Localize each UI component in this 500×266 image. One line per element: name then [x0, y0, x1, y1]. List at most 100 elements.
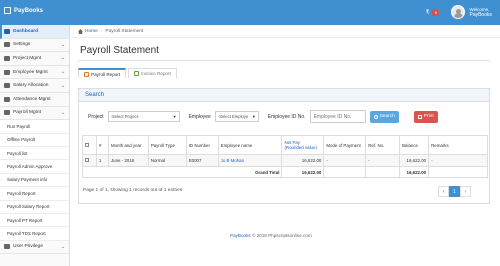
tab-label: Payroll Report — [91, 71, 121, 77]
prev-page-button[interactable]: ‹ — [438, 186, 449, 197]
sidebar-item-label: Salary Allocation — [13, 83, 49, 89]
brand-logo[interactable]: PayBooks — [4, 7, 43, 14]
checkbox[interactable] — [85, 142, 89, 147]
sidebar-item-payroll-mgmt[interactable]: Payroll Mgmt ⌄ — [0, 107, 69, 121]
money-icon — [4, 83, 10, 89]
sidebar-subitem-payroll-salary-report[interactable]: Payroll Salary Report — [0, 200, 69, 214]
cell-payroll-type: Normal — [147, 154, 187, 167]
caret-down-icon: ▼ — [172, 114, 177, 119]
cell-employee-name: Jo B Mohan — [217, 154, 283, 167]
grand-total-row: Grand Total 16,622.00 16,622.00 — [81, 166, 488, 178]
breadcrumb-home[interactable]: Home — [85, 29, 98, 34]
print-icon — [417, 114, 422, 119]
sidebar-subitem-payroll-pt-report[interactable]: Payroll PT Report — [0, 213, 69, 228]
sidebar-item-label: Settings — [13, 42, 31, 48]
tab-payroll-report[interactable]: Payroll Report — [78, 68, 127, 78]
cell-net-pay: 16,622.00 — [281, 154, 325, 167]
sidebar-item-dashboard[interactable]: Dashboard — [0, 25, 69, 39]
report-tabs: Payroll Report Invoice Report — [78, 68, 179, 78]
tab-invoice-report[interactable]: Invoice Report — [128, 68, 177, 78]
sidebar-subitem-offline-payroll[interactable]: Offline Payroll — [0, 133, 69, 147]
currency-icon[interactable]: ₹ — [426, 9, 430, 16]
user-lock-icon — [4, 244, 10, 250]
brand-name: PayBooks — [14, 7, 44, 14]
page-title: Payroll Statement — [80, 45, 159, 56]
chevron-down-icon: ⌄ — [60, 55, 65, 62]
col-header-employee-name[interactable]: Employee name — [217, 135, 283, 155]
sidebar-subitem-payroll-tds-report[interactable]: Payroll TDS Report — [0, 227, 69, 241]
pagination-info: Page 1 of 1, showing 1 records out of 1 … — [83, 188, 183, 193]
sidebar-item-label: Employee Mgmt — [13, 69, 48, 75]
invoice-icon — [134, 71, 140, 76]
sidebar-subitem-run-payroll[interactable]: Run Payroll — [0, 120, 69, 134]
top-bar: PayBooks ₹ 6 Welcome, PayBooks — [0, 0, 500, 25]
dashboard-icon — [4, 28, 10, 34]
col-header-remarks[interactable]: Remarks — [428, 135, 488, 155]
sidebar-item-employee-mgmt[interactable]: Employee Mgmt ⌄ — [0, 66, 69, 80]
cell-balance: 16,622.00 — [399, 154, 430, 167]
search-button[interactable]: Search — [369, 110, 399, 123]
col-header-num[interactable]: # — [95, 135, 109, 155]
col-header-payroll-type[interactable]: Payroll Type — [147, 135, 187, 155]
cell-id-number: E0007 — [185, 154, 219, 167]
print-button[interactable]: Print — [413, 110, 438, 123]
project-select[interactable]: -Select Project- ▼ — [107, 111, 180, 122]
col-header-id-number[interactable]: ID Number — [185, 135, 219, 155]
row-select[interactable] — [82, 154, 97, 167]
employee-id-label: Employee ID No. — [267, 113, 306, 120]
gear-icon — [4, 42, 10, 48]
report-icon — [84, 71, 89, 77]
project-label: Project — [88, 113, 104, 120]
select-all-header[interactable] — [82, 135, 97, 155]
cell-ref-no: - — [365, 154, 401, 167]
sidebar: Dashboard Settings ⌄ Project Mgmt ⌄ Employ… — [0, 25, 70, 266]
notification-badge[interactable]: 6 — [432, 8, 440, 16]
footer-copyright: © 2018 Phpscriptsonline.com — [250, 233, 312, 238]
col-header-net-pay[interactable]: Net Pay (Rounded value) — [281, 135, 325, 155]
col-header-ref-no[interactable]: Ref. No. — [365, 135, 401, 155]
payroll-icon — [4, 110, 10, 116]
col-header-balance[interactable]: Balance — [399, 135, 430, 155]
user-area: ₹ 6 Welcome, PayBooks — [426, 5, 492, 19]
employee-id-input[interactable] — [309, 110, 366, 123]
chevron-down-icon: ⌄ — [60, 82, 65, 89]
cell-num: 1 — [95, 154, 109, 167]
checkbox[interactable] — [85, 158, 89, 162]
sidebar-item-label: Dashboard — [13, 28, 39, 34]
footer-brand[interactable]: PayBooks — [230, 233, 251, 238]
user-menu[interactable]: Welcome, PayBooks — [469, 7, 492, 18]
sidebar-item-salary-allocation[interactable]: Salary Allocation ⌄ — [0, 79, 69, 93]
employee-select[interactable]: -Select Employe ▼ — [214, 111, 259, 122]
page-button-current[interactable]: 1 — [449, 186, 460, 197]
welcome-text: Welcome, — [469, 6, 490, 12]
sidebar-subitem-payroll-admin-approve[interactable]: Payroll Admin Approve — [0, 160, 69, 174]
grand-total-empty — [428, 166, 488, 178]
sidebar-item-settings[interactable]: Settings ⌄ — [0, 39, 69, 53]
cell-month: June - 2018 — [107, 154, 149, 167]
search-icon — [373, 114, 378, 119]
sidebar-subitem-payroll-report[interactable]: Payroll Report — [0, 187, 69, 201]
sidebar-item-attendance-mgmt[interactable]: Attendance Mgmt — [0, 93, 69, 107]
print-button-label: Print — [423, 114, 434, 119]
tab-label: Invoice Report — [141, 71, 171, 76]
employee-select-value: -Select Employe — [217, 114, 249, 119]
table-row[interactable]: 1 June - 2018 Normal E0007 Jo B Mohan 16… — [82, 154, 488, 167]
footer: PayBooks © 2018 Phpscriptsonline.com — [230, 233, 312, 238]
next-page-button[interactable]: › — [460, 186, 471, 197]
col-header-month[interactable]: Month and year — [107, 135, 149, 155]
employee-link[interactable]: Jo B Mohan — [221, 158, 244, 163]
col-header-mode-of-payment[interactable]: Mode of Payment — [323, 135, 367, 155]
users-icon — [4, 69, 10, 75]
sidebar-subitem-payroll-list[interactable]: Payroll list — [0, 146, 69, 161]
cell-mode-of-payment: - — [323, 154, 367, 167]
search-panel-heading: Search — [79, 89, 489, 102]
employee-label: Employee — [188, 113, 211, 120]
project-select-value: -Select Project- — [110, 114, 140, 119]
sidebar-item-user-privilege[interactable]: User Privilege ⌄ — [0, 241, 69, 255]
sidebar-item-project-mgmt[interactable]: Project Mgmt ⌄ — [0, 52, 69, 66]
title-divider — [78, 60, 490, 61]
sidebar-item-label: Attendance Mgmt — [13, 96, 51, 102]
avatar[interactable] — [451, 5, 466, 19]
sidebar-subitem-salary-payment-info[interactable]: Salary Payment info — [0, 173, 69, 188]
chevron-down-icon: ⌄ — [60, 69, 65, 76]
